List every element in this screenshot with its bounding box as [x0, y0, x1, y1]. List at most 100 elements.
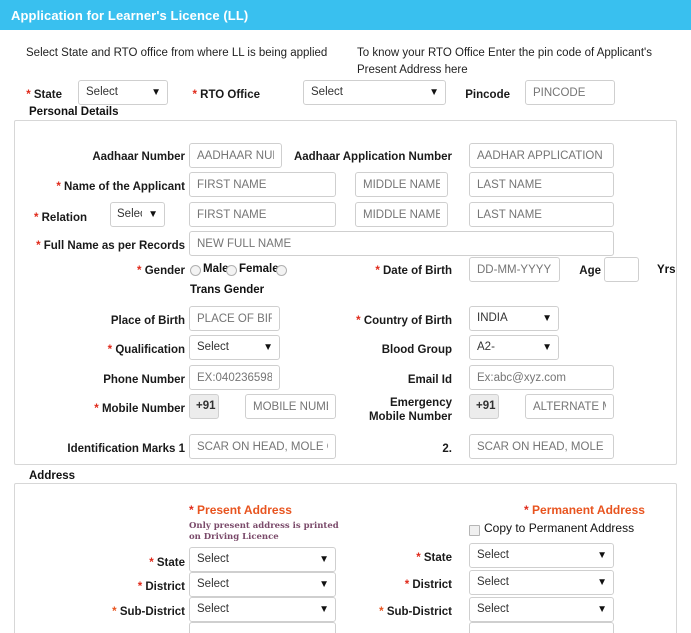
present-district-select[interactable]: Select ▼: [189, 572, 336, 597]
phone-number-input[interactable]: [189, 365, 280, 390]
permanent-district-select[interactable]: Select ▼: [469, 570, 614, 595]
permanent-extra-select[interactable]: [469, 622, 614, 633]
full-name-records-input[interactable]: [189, 231, 614, 256]
aadhaar-application-number-label: Aadhaar Application Number: [293, 151, 452, 163]
present-state-label: * State: [149, 557, 185, 569]
aadhaar-number-label: Aadhaar Number: [92, 151, 185, 163]
phone-number-label: Phone Number: [103, 374, 185, 386]
chevron-down-icon: ▼: [263, 341, 273, 353]
qualification-select[interactable]: Select ▼: [189, 335, 280, 360]
age-unit-label: Yrs: [657, 264, 676, 276]
pincode-input[interactable]: [525, 80, 615, 105]
chevron-down-icon: ▼: [542, 312, 552, 324]
permanent-state-label: * State: [416, 552, 452, 564]
chevron-down-icon: ▼: [148, 208, 158, 220]
rto-office-label: * RTO Office: [192, 89, 260, 101]
intro-text-left: Select State and RTO office from where L…: [26, 47, 328, 59]
relation-label: * Relation: [33, 212, 87, 224]
permanent-state-value: Select: [477, 549, 509, 561]
email-id-input[interactable]: [469, 365, 614, 390]
permanent-district-label: * District: [404, 579, 452, 591]
present-address-note: Only present address is printed on Drivi…: [189, 521, 339, 542]
blood-group-select[interactable]: A2- ▼: [469, 335, 559, 360]
relation-select[interactable]: Select ▼: [110, 202, 165, 227]
date-of-birth-label: * Date of Birth: [375, 265, 452, 277]
gender-male-label: Male: [203, 263, 229, 275]
emergency-mobile-label: Emergency Mobile Number: [368, 397, 452, 423]
learner-licence-application-page: Application for Learner's Licence (LL) S…: [0, 0, 691, 633]
state-label: * State: [26, 89, 62, 101]
copy-to-permanent-address-label: Copy to Permanent Address: [484, 521, 635, 535]
applicant-first-name-input[interactable]: [189, 172, 336, 197]
emergency-mobile-input[interactable]: [525, 394, 614, 419]
identification-marks-1-input[interactable]: [189, 434, 336, 459]
identification-marks-1-label: Identification Marks 1: [67, 443, 185, 455]
qualification-label: * Qualification: [107, 344, 185, 356]
mobile-number-input[interactable]: [245, 394, 336, 419]
permanent-subdistrict-value: Select: [477, 603, 509, 615]
emergency-country-code-prefix: +91: [469, 394, 499, 419]
relation-last-name-input[interactable]: [469, 202, 614, 227]
address-legend: Address: [24, 470, 81, 482]
present-district-label: * District: [137, 581, 185, 593]
gender-label: * Gender: [137, 265, 185, 277]
blood-group-label: Blood Group: [381, 344, 452, 356]
gender-female-radio[interactable]: [226, 265, 237, 276]
mobile-country-code-prefix: +91: [189, 394, 219, 419]
full-name-records-label: * Full Name as per Records: [36, 240, 185, 252]
permanent-subdistrict-select[interactable]: Select ▼: [469, 597, 614, 622]
country-of-birth-label: * Country of Birth: [356, 315, 452, 327]
date-of-birth-input[interactable]: [469, 257, 560, 282]
page-title-bar: Application for Learner's Licence (LL): [0, 0, 691, 30]
present-subdistrict-value: Select: [197, 603, 229, 615]
permanent-state-select[interactable]: Select ▼: [469, 543, 614, 568]
relation-middle-name-input[interactable]: [355, 202, 448, 227]
country-of-birth-value: INDIA: [477, 312, 508, 324]
qualification-value: Select: [197, 341, 229, 353]
relation-select-value: Select: [117, 208, 142, 220]
permanent-address-heading: * Permanent Address: [524, 503, 645, 517]
chevron-down-icon: ▼: [319, 603, 329, 615]
age-input[interactable]: [604, 257, 639, 282]
present-state-select[interactable]: Select ▼: [189, 547, 336, 572]
aadhaar-application-number-input[interactable]: [469, 143, 614, 168]
place-of-birth-input[interactable]: [189, 306, 280, 331]
personal-details-legend: Personal Details: [24, 106, 124, 118]
relation-first-name-input[interactable]: [189, 202, 336, 227]
chevron-down-icon: ▼: [597, 549, 607, 561]
place-of-birth-label: Place of Birth: [110, 315, 185, 327]
identification-marks-2-input[interactable]: [469, 434, 614, 459]
chevron-down-icon: ▼: [319, 553, 329, 565]
present-state-value: Select: [197, 553, 229, 565]
gender-male-radio[interactable]: [190, 265, 201, 276]
state-select-value: Select: [86, 86, 118, 98]
gender-trans-radio[interactable]: [276, 265, 287, 276]
applicant-middle-name-input[interactable]: [355, 172, 448, 197]
present-address-heading: * Present Address: [189, 503, 292, 517]
mobile-number-label: * Mobile Number: [94, 403, 185, 415]
rto-office-select-value: Select: [311, 86, 343, 98]
present-subdistrict-label: * Sub-District: [112, 606, 185, 618]
age-label: Age: [579, 265, 601, 277]
permanent-district-value: Select: [477, 576, 509, 588]
present-district-value: Select: [197, 578, 229, 590]
copy-to-permanent-address-checkbox[interactable]: [469, 525, 480, 536]
aadhaar-number-input[interactable]: [189, 143, 282, 168]
pincode-label: Pincode: [465, 89, 510, 101]
chevron-down-icon: ▼: [542, 341, 552, 353]
country-of-birth-select[interactable]: INDIA ▼: [469, 306, 559, 331]
applicant-name-label: * Name of the Applicant: [56, 181, 185, 193]
chevron-down-icon: ▼: [597, 603, 607, 615]
intro-text-right: To know your RTO Office Enter the pin co…: [357, 47, 652, 76]
identification-marks-2-label: 2.: [442, 443, 452, 455]
applicant-last-name-input[interactable]: [469, 172, 614, 197]
blood-group-value: A2-: [477, 341, 495, 353]
permanent-subdistrict-label: * Sub-District: [379, 606, 452, 618]
present-subdistrict-select[interactable]: Select ▼: [189, 597, 336, 622]
chevron-down-icon: ▼: [597, 576, 607, 588]
page-title: Application for Learner's Licence (LL): [11, 7, 249, 23]
email-id-label: Email Id: [407, 374, 452, 386]
chevron-down-icon: ▼: [319, 578, 329, 590]
present-extra-select[interactable]: [189, 622, 336, 633]
gender-trans-label: Trans Gender: [190, 284, 265, 296]
